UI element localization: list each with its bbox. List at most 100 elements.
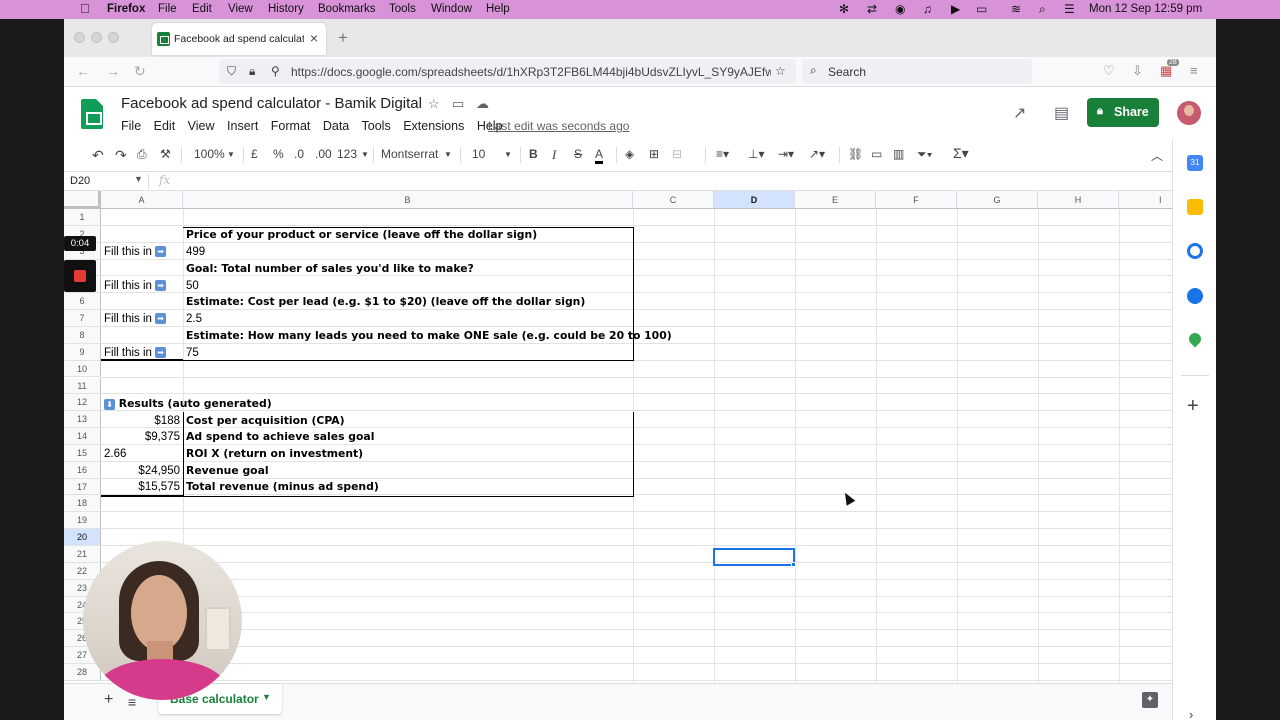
font-size-select[interactable]: 10 [472,147,485,161]
cell-a9[interactable]: Fill this in ➡ [104,345,167,362]
row-header[interactable]: 14 [64,428,101,445]
row-header[interactable]: 17 [64,478,101,496]
fill-handle[interactable] [791,562,796,567]
sheets-logo-icon[interactable] [81,99,103,129]
column-header-d[interactable]: D [714,191,795,209]
document-title[interactable]: Facebook ad spend calculator - Bamik Dig… [121,95,422,112]
menu-file[interactable]: File [158,3,177,15]
row-header[interactable]: 19 [64,512,101,530]
vertical-align-icon[interactable]: ⊥▾ [748,147,764,161]
filter-icon[interactable]: ⏷▾ [917,147,932,162]
search-bar[interactable]: ⌕ Search [802,59,1032,84]
column-header-b[interactable]: B [183,191,633,209]
airdrop-icon[interactable]: ◉ [895,2,905,16]
keep-icon[interactable] [1187,199,1203,215]
paint-format-icon[interactable]: ⚒ [160,147,171,161]
row-header[interactable]: 21 [64,546,101,563]
row-header[interactable]: 12 [64,394,101,412]
control-center-icon[interactable]: ☰ [1064,2,1075,16]
share-button[interactable]: 🔒︎ Share [1087,98,1159,127]
back-icon[interactable]: ← [76,63,90,79]
undo-icon[interactable]: ↶ [92,147,104,164]
sheet-tab-caret-icon[interactable]: ▼ [262,692,271,702]
strikethrough-button[interactable]: S [574,147,582,161]
clock[interactable]: Mon 12 Sep 12:59 pm [1089,3,1202,15]
sheets-menu-format[interactable]: Format [271,119,311,133]
name-box[interactable]: D20 [70,175,90,187]
gear-icon[interactable]: ✻ [839,2,849,16]
forward-icon[interactable]: → [106,63,120,79]
bold-button[interactable]: B [529,147,538,161]
headphones-icon[interactable]: ♫ [923,2,932,16]
percent-format-button[interactable]: % [273,147,284,161]
fill-color-icon[interactable]: ◈ [625,147,634,161]
avatar[interactable] [1177,101,1201,125]
stop-recording-button[interactable] [64,260,96,292]
menu-tools[interactable]: Tools [389,3,416,15]
spotlight-icon[interactable]: ⌕ [1039,2,1046,17]
star-icon[interactable]: ☆ [428,96,440,112]
increase-decimal-button[interactable]: .00 [315,147,332,161]
selected-cell-d20[interactable] [713,548,795,566]
last-edit-link[interactable]: Last edit was seconds ago [488,119,629,133]
expand-panel-icon[interactable]: › [1189,707,1193,720]
currency-format-button[interactable]: £ [251,147,258,161]
cell-a17[interactable]: $15,575 [101,479,180,496]
row-header[interactable]: 20 [64,529,101,546]
url-bar[interactable]: ⛉ 🔒︎ ⚲ https://docs.google.com/spreadshe… [219,59,796,84]
row-header[interactable]: 16 [64,461,101,479]
menu-view[interactable]: View [228,3,253,15]
insert-comment-icon[interactable]: ▭ [871,147,882,161]
new-tab-icon[interactable]: + [338,28,348,48]
webcam-bubble[interactable] [83,541,242,700]
row-header[interactable]: 6 [64,293,101,311]
comments-icon[interactable]: ▤ [1054,103,1069,123]
cell-b16[interactable]: Revenue goal [186,463,269,480]
url-text[interactable]: https://docs.google.com/spreadsheets/d/1… [291,65,771,79]
select-all-corner[interactable] [64,191,101,209]
cell-b14[interactable]: Ad spend to achieve sales goal [186,429,374,446]
calendar-icon[interactable]: 31 [1187,155,1203,171]
number-format-caret-icon[interactable]: ▼ [361,150,369,159]
shield-icon[interactable]: ⛉ [227,64,236,79]
sheets-menu-edit[interactable]: Edit [154,119,176,133]
downloads-icon[interactable]: ⇩ [1132,63,1143,79]
row-header[interactable]: 28 [64,663,101,681]
sheets-menu-data[interactable]: Data [323,119,349,133]
row-header[interactable]: 7 [64,310,101,327]
borders-icon[interactable]: ⊞ [649,147,659,161]
print-icon[interactable]: ⎙ [137,147,147,162]
text-color-button[interactable]: A [595,147,604,164]
sheets-menu-extensions[interactable]: Extensions [403,119,464,133]
number-format-button[interactable]: 123 [337,147,357,161]
merge-cells-icon[interactable]: ⊟ [672,147,682,161]
play-icon[interactable]: ▶ [951,2,960,16]
wifi-icon[interactable]: ≋ [1011,2,1021,16]
text-rotation-icon[interactable]: ↗▾ [809,147,825,161]
row-header[interactable]: 15 [64,444,101,462]
column-header-c[interactable]: C [633,191,714,209]
menu-bookmarks[interactable]: Bookmarks [318,3,376,15]
functions-icon[interactable]: Σ▾ [953,145,969,162]
cell-b3[interactable]: 499 [186,244,205,261]
zoom-window-button[interactable] [108,32,119,43]
cell-a3[interactable]: Fill this in ➡ [104,244,167,261]
collapse-toolbar-icon[interactable]: ︿ [1151,147,1163,164]
cell-b6[interactable]: Estimate: Cost per lead (e.g. $1 to $20)… [186,294,585,311]
menu-window[interactable]: Window [431,3,472,15]
zoom-select[interactable]: 100% [194,147,225,161]
close-window-button[interactable] [74,32,85,43]
cell-b7[interactable]: 2.5 [186,311,202,328]
sheets-menu-tools[interactable]: Tools [362,119,391,133]
row-header[interactable]: 11 [64,377,101,395]
move-folder-icon[interactable]: ▭ [452,96,464,112]
browser-tab[interactable]: Facebook ad spend calculator - × [152,23,326,55]
menu-edit[interactable]: Edit [192,3,212,15]
cell-a7[interactable]: Fill this in ➡ [104,311,167,328]
cell-b2[interactable]: Price of your product or service (leave … [186,227,537,244]
font-size-caret-icon[interactable]: ▼ [504,150,512,159]
lock-icon[interactable]: 🔒︎ [249,64,255,79]
cell-b5[interactable]: 50 [186,278,199,295]
bookmark-star-icon[interactable]: ☆ [775,64,786,78]
row-header[interactable]: 18 [64,495,101,513]
